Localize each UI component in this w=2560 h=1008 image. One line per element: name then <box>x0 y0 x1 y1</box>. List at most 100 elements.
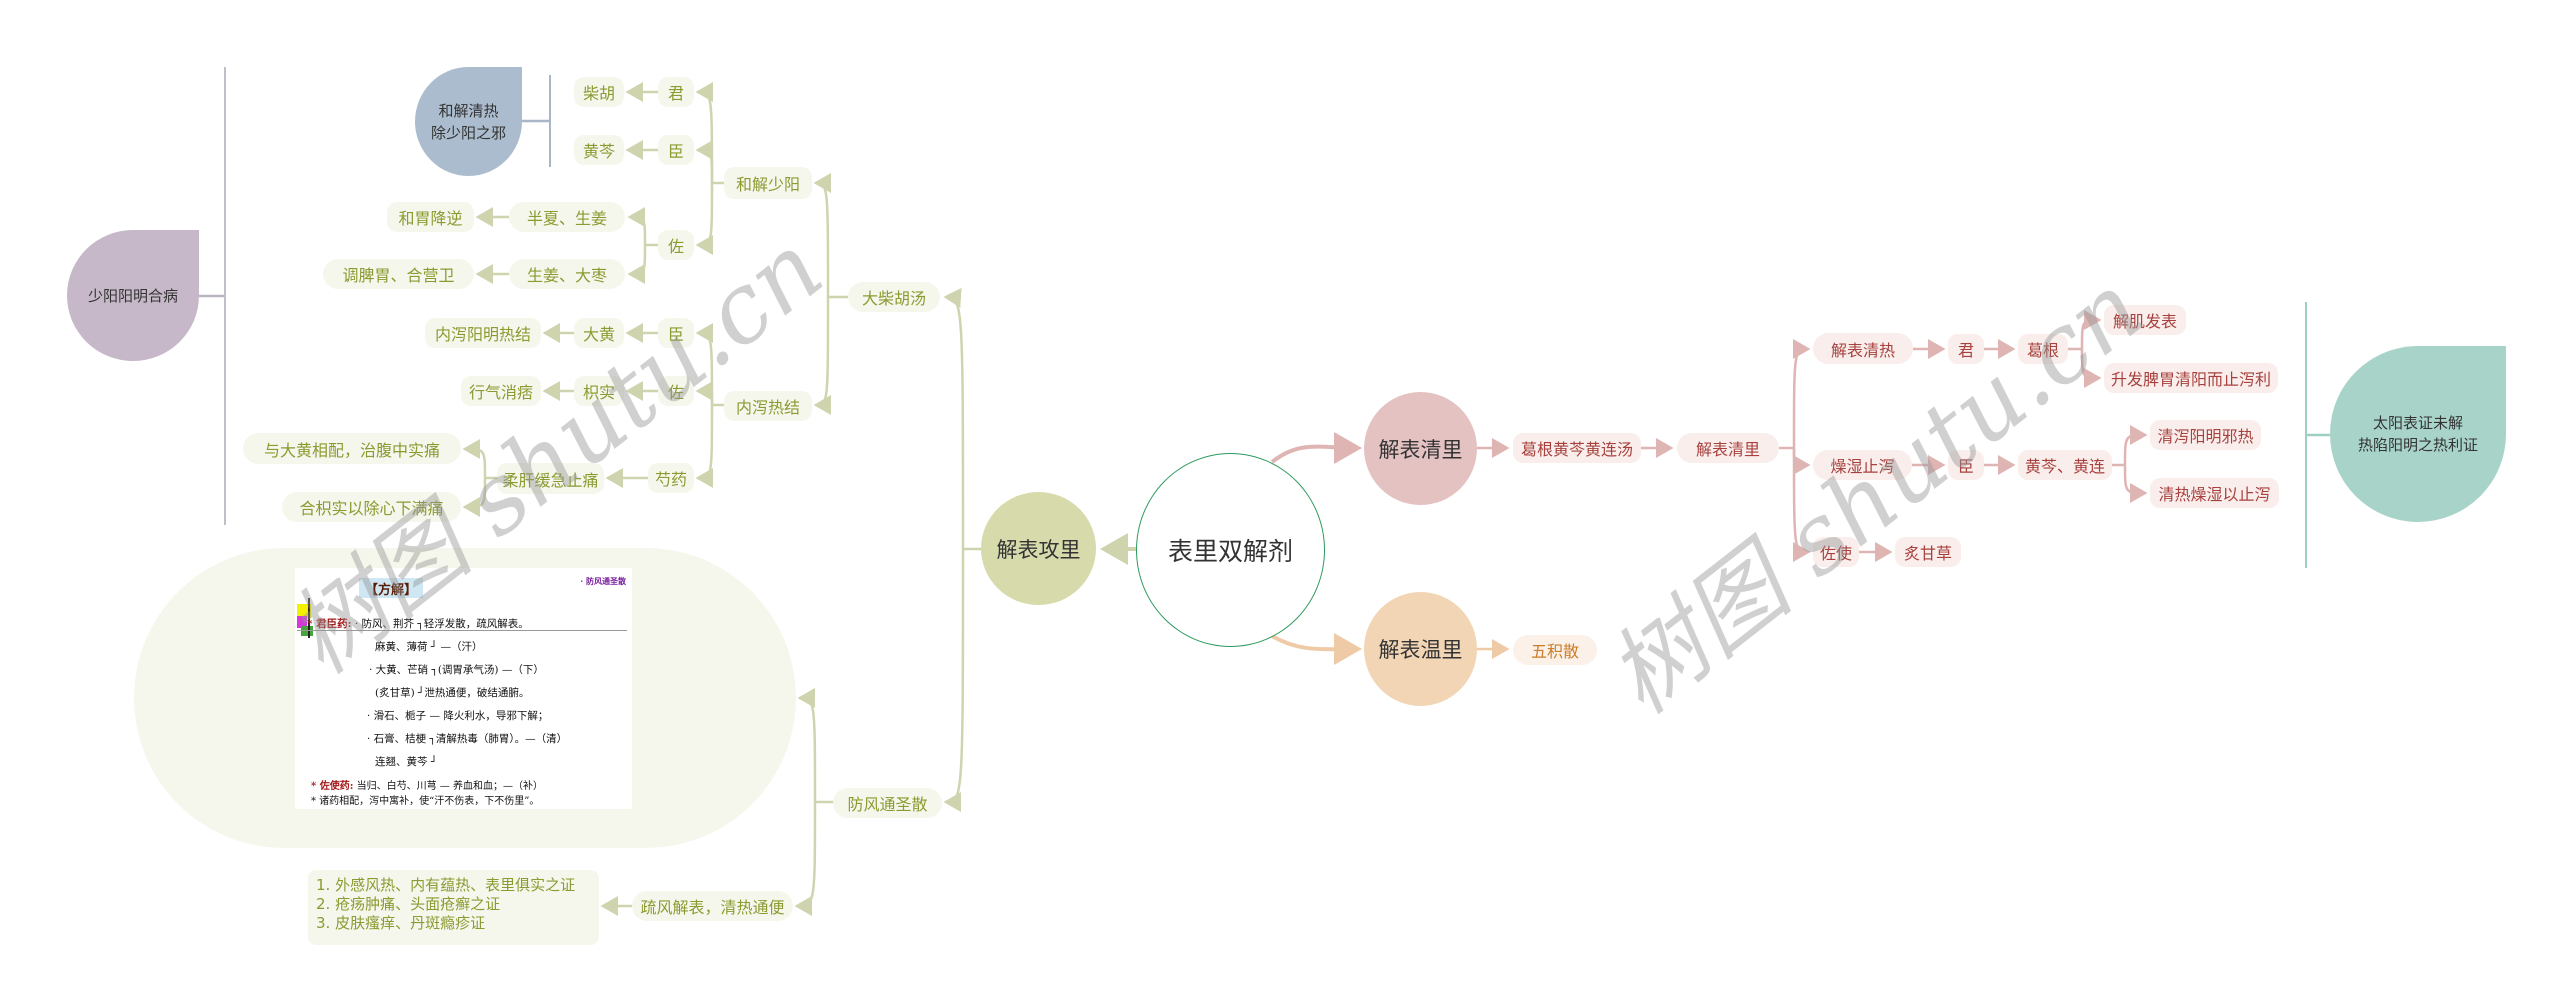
node-zuoshi[interactable]: 佐使 <box>1813 537 1859 567</box>
summary-blob-hejie: 和解清热 除少阳之邪 <box>415 67 522 176</box>
node-role-chen-right[interactable]: 臣 <box>1948 450 1984 480</box>
node-label: 芍药 <box>654 470 687 489</box>
fangjie-corner-label: · 防风通圣散 <box>580 576 626 586</box>
summary-blob-taiyang: 太阳表证未解 热陷阳明之热利证 <box>2330 346 2506 522</box>
node-label: 疏风解表，清热通便 <box>640 898 785 917</box>
branch-label: 解表清里 <box>1378 437 1463 462</box>
node-label: 清泻阳明邪热 <box>2157 427 2254 446</box>
node-herb-gegen[interactable]: 葛根 <box>2018 334 2068 364</box>
node-fangfeng-tongsheng-san[interactable]: 防风通圣散 <box>833 788 942 818</box>
node-herb-chaihu[interactable]: 柴胡 <box>574 77 624 107</box>
summary-line-1: 和解清热 <box>438 101 499 120</box>
node-neixie-rejie[interactable]: 内泻热结 <box>724 391 812 421</box>
node-label: 黄芩 <box>582 142 615 161</box>
node-label: 内泻阳明热结 <box>434 325 531 344</box>
node-label: 葛根 <box>2026 341 2059 360</box>
node-detail-zhishi-peihe[interactable]: 合枳实以除心下满痛 <box>282 492 461 522</box>
node-detail-dahuang-peihe[interactable]: 与大黄相配，治腹中实痛 <box>243 433 461 464</box>
node-jiebiao-qingli-function[interactable]: 解表清里 <box>1677 433 1779 463</box>
node-label: 防风通圣散 <box>847 795 928 814</box>
node-label: 臣 <box>1957 457 1974 476</box>
node-label: 与大黄相配，治腹中实痛 <box>263 440 440 460</box>
fangjie-line: · 滑石、栀子 — 降火利水，导邪下解； <box>367 710 549 722</box>
summary-line-1: 太阳表证未解 <box>2372 414 2463 432</box>
node-wuji-san[interactable]: 五积散 <box>1513 635 1597 665</box>
branch-jiebiao-wenli[interactable]: 解表温里 <box>1364 592 1477 706</box>
node-label: 内泻热结 <box>735 398 800 417</box>
fangjie-line: * 诸药相配，泻中寓补，使“汗不伤表，下不伤里”。 <box>311 796 540 807</box>
node-herb-huangqin[interactable]: 黄芩 <box>574 135 624 165</box>
node-label: 君 <box>667 84 684 103</box>
node-label: 五积散 <box>1530 642 1579 661</box>
summary-bracket-taiyang <box>2305 302 2307 568</box>
fangjie-line: 连翘、黄芩 ┘ <box>375 756 438 768</box>
root-node[interactable]: 表里双解剂 <box>1136 453 1325 647</box>
node-label: 行气消痞 <box>468 383 533 402</box>
node-label: 葛根黄芩黄连汤 <box>1520 440 1633 459</box>
node-role-chen[interactable]: 臣 <box>658 135 694 165</box>
node-effect-qingxie-yangming[interactable]: 清泻阳明邪热 <box>2150 420 2261 450</box>
node-effect-shengfa-piwei[interactable]: 升发脾胃清阳而止泻利 <box>2104 363 2278 393</box>
node-label: 合枳实以除心下满痛 <box>299 499 444 518</box>
node-effect-hewei-jiangni[interactable]: 和胃降逆 <box>387 202 474 232</box>
node-role-jun[interactable]: 君 <box>658 77 694 107</box>
node-role-zuo[interactable]: 佐 <box>658 230 694 260</box>
node-label: 佐 <box>667 383 684 402</box>
node-role-zuo-2[interactable]: 佐 <box>658 376 694 406</box>
fangjie-line: 麻黄、薄荷 ┘ —（汗） <box>375 641 483 653</box>
node-label: 柴胡 <box>582 84 615 103</box>
node-label: 升发脾胃清阳而止泻利 <box>2110 370 2271 389</box>
node-label: 大柴胡汤 <box>861 289 926 308</box>
node-hejie-shaoyang[interactable]: 和解少阳 <box>724 167 812 199</box>
node-effect-tiaopiwei[interactable]: 调脾胃、合营卫 <box>323 259 474 289</box>
node-herb-shengjiang-dazao[interactable]: 生姜、大枣 <box>509 259 625 289</box>
node-zaoshi-zhixie[interactable]: 燥湿止泻 <box>1813 450 1912 480</box>
fangjie-line: · 大黄、芒硝 ┐(调胃承气汤) —（下） <box>369 664 544 676</box>
node-label: 解表清里 <box>1695 440 1760 459</box>
node-role-jun-right[interactable]: 君 <box>1948 334 1984 364</box>
node-effect-rougan[interactable]: 柔肝缓急止痛 <box>497 463 604 494</box>
branch-jiebiao-gongli[interactable]: 解表攻里 <box>981 492 1096 605</box>
root-label: 表里双解剂 <box>1167 537 1293 566</box>
node-label: 解表清热 <box>1830 340 1895 360</box>
summary-bracket-hejie <box>549 75 551 167</box>
node-jiebiao-qingre[interactable]: 解表清热 <box>1813 333 1913 364</box>
node-label: 臣 <box>667 142 684 161</box>
fangjie-prefix: * 佐使药: <box>311 781 354 792</box>
node-effect-shufeng-jiebiao[interactable]: 疏风解表，清热通便 <box>632 891 793 921</box>
summary-line-2: 热陷阳明之热利证 <box>2357 436 2478 454</box>
indications-list[interactable]: 1. 外感风热、内有蕴热、表里俱实之证 2. 疮疡肿痛、头面疮癣之证 3. 皮肤… <box>308 870 599 945</box>
node-label: 半夏、生姜 <box>526 209 607 228</box>
fangjie-line: (炙甘草) ┘泄热通便，破结通腑。 <box>375 687 530 699</box>
node-gegen-qinlian-tang[interactable]: 葛根黄芩黄连汤 <box>1513 433 1641 463</box>
node-label: 燥湿止泻 <box>1830 457 1895 476</box>
node-label: 和解少阳 <box>735 175 800 194</box>
fangjie-title: 【方解】 <box>359 578 423 598</box>
node-dachaihu-tang[interactable]: 大柴胡汤 <box>848 282 940 312</box>
node-label: 和胃降逆 <box>398 209 463 228</box>
node-label: 解肌发表 <box>2112 312 2177 331</box>
node-herb-banxia-shengjiang[interactable]: 半夏、生姜 <box>509 202 625 232</box>
fangjie-line: 当归、白芍、川芎 — 养血和血；—（补） <box>356 781 543 792</box>
summary-bracket-shaoyang <box>224 67 226 525</box>
node-label: 黄芩、黄连 <box>2024 457 2105 476</box>
indication-item: 1. 外感风热、内有蕴热、表里俱实之证 <box>316 876 576 894</box>
branch-label: 解表攻里 <box>996 537 1081 562</box>
node-effect-qingre-zaoshi[interactable]: 清热燥湿以止泻 <box>2150 478 2279 508</box>
node-label: 臣 <box>667 325 684 344</box>
node-herb-shaoyao[interactable]: 芍药 <box>648 463 694 493</box>
fangjie-line: · 石膏、桔梗 ┐清解热毒（肺胃）。—（清） <box>367 733 568 745</box>
node-herb-zhigancao[interactable]: 炙甘草 <box>1895 537 1961 567</box>
node-effect-neixie-yangming[interactable]: 内泻阳明热结 <box>425 318 541 348</box>
node-effect-xingqi-xiaopi[interactable]: 行气消痞 <box>461 376 541 406</box>
summary-blob-shaoyang-yangming: 少阳阳明合病 <box>67 230 199 361</box>
node-herb-zhishi[interactable]: 枳实 <box>574 376 624 406</box>
node-herb-dahuang[interactable]: 大黄 <box>574 318 624 348</box>
node-effect-jieji-fabiao[interactable]: 解肌发表 <box>2104 305 2186 335</box>
branch-jiebiao-qingli[interactable]: 解表清里 <box>1364 392 1477 505</box>
node-label: 佐使 <box>1819 544 1852 563</box>
branch-label: 解表温里 <box>1378 638 1463 662</box>
node-role-chen-2[interactable]: 臣 <box>658 318 694 348</box>
node-herb-huangqin-huanglian[interactable]: 黄芩、黄连 <box>2018 450 2112 480</box>
summary-text: 少阳阳明合病 <box>87 286 178 305</box>
